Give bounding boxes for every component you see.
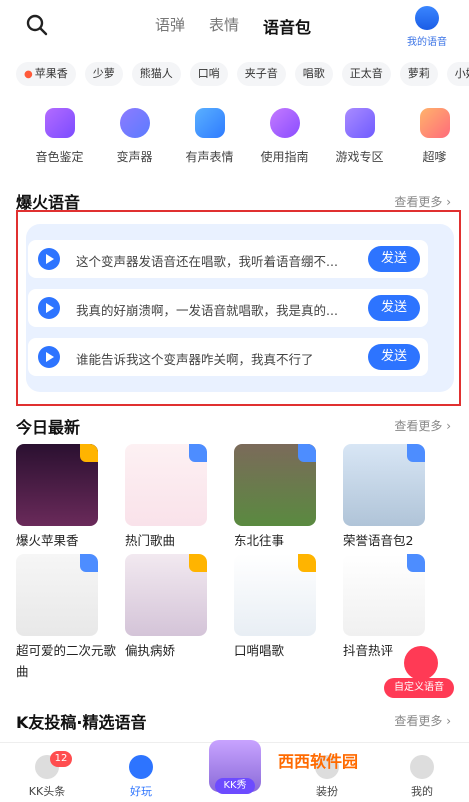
- top-tabs: 语弹 表情 语音包: [155, 14, 311, 41]
- sound-sticker-icon: [194, 108, 225, 138]
- nav-kk-news[interactable]: KK头条 12: [12, 751, 82, 799]
- top-bar: 语弹 表情 语音包 我的语音: [0, 0, 469, 52]
- play-icon[interactable]: [38, 346, 60, 368]
- tab-yudan[interactable]: 语弹: [155, 14, 185, 38]
- lock-icon: [407, 554, 425, 572]
- voice-pack-card[interactable]: 热门歌曲: [125, 444, 211, 549]
- send-button[interactable]: 发送: [368, 246, 420, 272]
- picks-section-title: K友投稿·精选语音: [16, 713, 147, 732]
- voice-row[interactable]: 谁能告诉我这个变声器咋关啊，我真不行了 发送: [28, 338, 428, 376]
- tag-chips: ●苹果香 少萝 熊猫人 口哨 夹子音 唱歌 正太音 萝莉 小奶: [16, 62, 469, 86]
- pack-thumbnail: [343, 554, 425, 636]
- crown-icon: [80, 444, 98, 462]
- chip-apple[interactable]: ● 苹果香: [16, 62, 76, 86]
- play-icon[interactable]: [38, 297, 60, 319]
- voice-changer-icon: [119, 108, 150, 138]
- lock-icon: [298, 444, 316, 462]
- pack-thumbnail: [16, 444, 98, 526]
- chip-xiaonai[interactable]: 小奶: [446, 62, 469, 86]
- chip-shaoluo[interactable]: 少萝: [84, 62, 123, 86]
- chip-luoli[interactable]: 萝莉: [399, 62, 438, 86]
- voice-row[interactable]: 这个变声器发语音还在唱歌，我听着语音绷不... 发送: [28, 240, 428, 278]
- nav-kk-show[interactable]: KK秀: [205, 740, 265, 800]
- voice-pack-card[interactable]: 口哨唱歌: [234, 554, 320, 659]
- shortcut-row: 音色鉴定 变声器 有声表情 使用指南 游戏专区 超嗲: [22, 108, 469, 165]
- voice-text: 我真的好崩溃啊，一发语音就唱歌，我是真的...: [76, 303, 338, 318]
- search-icon[interactable]: [26, 14, 48, 36]
- shortcut-voice-test[interactable]: 音色鉴定: [22, 108, 97, 165]
- today-section-title: 今日最新: [16, 418, 81, 437]
- shortcut-sound-sticker[interactable]: 有声表情: [172, 108, 247, 165]
- shortcut-sweet[interactable]: 超嗲: [397, 108, 469, 165]
- voice-pack-card[interactable]: 东北往事: [234, 444, 320, 549]
- nav-mine[interactable]: 我的: [387, 755, 457, 799]
- profile-icon: [410, 755, 434, 779]
- my-voice-button[interactable]: 我的语音: [403, 6, 451, 48]
- pack-thumbnail: [125, 554, 207, 636]
- pack-thumbnail: [234, 554, 316, 636]
- voice-pack-card[interactable]: 荣誉语音包2: [343, 444, 429, 549]
- tab-biaoqing[interactable]: 表情: [209, 14, 239, 38]
- custom-voice-button[interactable]: 自定义语音: [384, 646, 454, 698]
- notification-badge: 12: [50, 751, 72, 767]
- shortcut-voice-changer[interactable]: 变声器: [97, 108, 172, 165]
- pack-thumbnail: [125, 444, 207, 526]
- today-see-more[interactable]: 查看更多 ›: [394, 417, 451, 434]
- chip-panda[interactable]: 熊猫人: [131, 62, 181, 86]
- gamepad-icon: [344, 108, 375, 138]
- nav-fun[interactable]: 好玩: [106, 755, 176, 799]
- microphone-icon: [404, 646, 438, 680]
- crown-icon: [298, 554, 316, 572]
- chip-jiazi[interactable]: 夹子音: [236, 62, 286, 86]
- lock-icon: [189, 444, 207, 462]
- voice-pack-card[interactable]: 抖音热评: [343, 554, 429, 659]
- gift-icon: [419, 108, 450, 138]
- pack-thumbnail: [343, 444, 425, 526]
- pack-thumbnail: [234, 444, 316, 526]
- hot-see-more[interactable]: 查看更多 ›: [394, 193, 451, 210]
- play-icon[interactable]: [38, 248, 60, 270]
- voice-row[interactable]: 我真的好崩溃啊，一发语音就唱歌，我是真的... 发送: [28, 289, 428, 327]
- voice-text: 谁能告诉我这个变声器咋关啊，我真不行了: [76, 352, 314, 367]
- voice-pack-card[interactable]: 偏执病娇: [125, 554, 211, 659]
- guide-icon: [269, 108, 300, 138]
- pack-thumbnail: [16, 554, 98, 636]
- lock-icon: [80, 554, 98, 572]
- chip-sing[interactable]: 唱歌: [294, 62, 333, 86]
- shortcut-guide[interactable]: 使用指南: [247, 108, 322, 165]
- lightning-icon: [129, 755, 153, 779]
- lock-icon: [407, 444, 425, 462]
- voice-pack-card[interactable]: 超可爱的二次元歌 曲: [16, 554, 116, 680]
- send-button[interactable]: 发送: [368, 344, 420, 370]
- watermark: 西西软件园: [278, 752, 359, 771]
- voice-pack-card[interactable]: 爆火苹果香: [16, 444, 102, 549]
- voice-avatar-icon: [415, 6, 439, 30]
- chip-whistle[interactable]: 口哨: [189, 62, 228, 86]
- voice-text: 这个变声器发语音还在唱歌，我听着语音绷不...: [76, 254, 338, 269]
- chip-zhengtai[interactable]: 正太音: [341, 62, 391, 86]
- picks-see-more[interactable]: 查看更多 ›: [394, 712, 451, 729]
- send-button[interactable]: 发送: [368, 295, 420, 321]
- tab-yuyinbao[interactable]: 语音包: [263, 14, 311, 41]
- shortcut-games[interactable]: 游戏专区: [322, 108, 397, 165]
- voice-test-icon: [44, 108, 75, 138]
- fire-icon: ●: [24, 69, 33, 80]
- crown-icon: [189, 554, 207, 572]
